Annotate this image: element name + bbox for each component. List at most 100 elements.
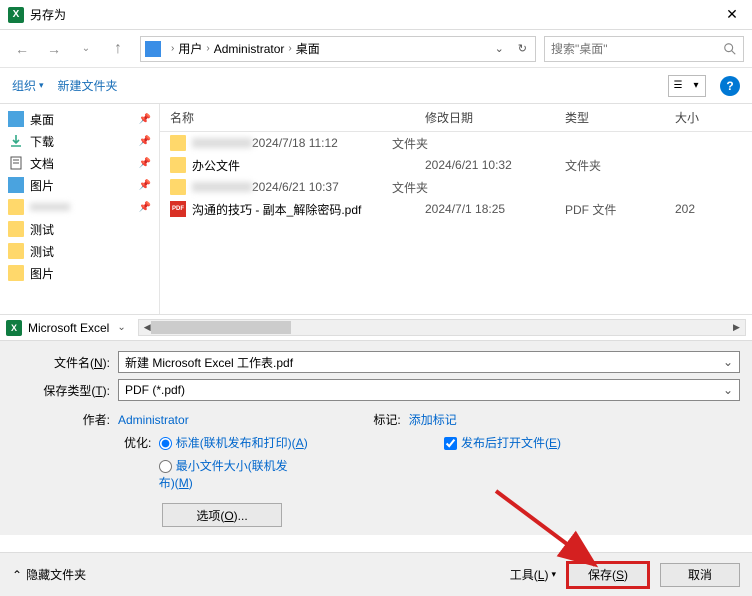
pin-icon: 📌 [139, 136, 151, 147]
file-date: 2024/6/21 10:32 [425, 158, 565, 172]
sidebar: 桌面📌 下载📌 文档📌 图片📌 📌 测试 测试 图片 [0, 104, 160, 314]
close-button[interactable]: ✕ [712, 0, 752, 30]
file-name: 沟通的技巧 - 副本_解除密码.pdf [192, 201, 425, 218]
nav-bar: ← → ⌄ ↑ › 用户 › Administrator › 桌面 ⌄ ↻ [0, 30, 752, 68]
tags-label: 标记: [369, 411, 409, 428]
file-name [192, 138, 252, 148]
back-button[interactable]: ← [8, 35, 36, 63]
folder-icon [8, 221, 24, 237]
breadcrumb-dropdown[interactable]: ⌄ [491, 42, 508, 55]
desktop-icon [8, 111, 24, 127]
sidebar-item-folder[interactable]: 📌 [0, 196, 159, 218]
folder-icon [8, 243, 24, 259]
file-size: 202 [675, 202, 695, 216]
dialog-footer: ⌃隐藏文件夹 工具(L)▾ 保存(S) 取消 [0, 552, 752, 596]
sidebar-item-folder[interactable]: 测试 [0, 240, 159, 262]
location-row: X Microsoft Excel ⌄ ◀ ▶ [0, 314, 752, 340]
window-title: 另存为 [30, 6, 712, 23]
author-value[interactable]: Administrator [118, 413, 189, 427]
view-list-icon[interactable]: ☰ [669, 76, 687, 96]
scrollbar-thumb[interactable] [151, 321, 291, 334]
search-box[interactable] [544, 36, 744, 62]
column-name[interactable]: 名称 [170, 109, 425, 126]
recent-dropdown[interactable]: ⌄ [72, 35, 100, 63]
organize-menu[interactable]: 组织▾ [12, 77, 44, 94]
save-form: 文件名(N): 新建 Microsoft Excel 工作表.pdf 保存类型(… [0, 340, 752, 535]
file-date: 2024/7/1 18:25 [425, 202, 565, 216]
sidebar-item-folder[interactable]: 图片 [0, 262, 159, 284]
folder-icon [8, 199, 24, 215]
new-folder-button[interactable]: 新建文件夹 [58, 77, 118, 94]
title-bar: X 另存为 ✕ [0, 0, 752, 30]
file-type: 文件夹 [565, 157, 675, 174]
chevron-right-icon: › [206, 43, 209, 54]
pin-icon: 📌 [139, 158, 151, 169]
search-icon [723, 42, 737, 56]
file-type: 文件夹 [392, 135, 502, 152]
file-list: 名称 修改日期 类型 大小 2024/7/18 11:12文件夹办公文件2024… [160, 104, 752, 314]
sidebar-item-pictures[interactable]: 图片📌 [0, 174, 159, 196]
sidebar-item-documents[interactable]: 文档📌 [0, 152, 159, 174]
pin-icon: 📌 [139, 202, 151, 213]
file-type: 文件夹 [392, 179, 502, 196]
optimize-standard-radio[interactable]: 标准(联机发布和打印)(A) [159, 434, 308, 451]
column-size[interactable]: 大小 [675, 109, 752, 126]
horizontal-scrollbar[interactable]: ◀ ▶ [138, 319, 746, 336]
breadcrumb-item[interactable]: 用户 [178, 40, 202, 57]
file-row[interactable]: 办公文件2024/6/21 10:32文件夹 [160, 154, 752, 176]
file-type: PDF 文件 [565, 201, 675, 218]
forward-button[interactable]: → [40, 35, 68, 63]
excel-icon: X [8, 7, 24, 23]
scroll-right-icon[interactable]: ▶ [728, 320, 745, 335]
hide-folders-toggle[interactable]: ⌃隐藏文件夹 [12, 566, 86, 583]
tags-value[interactable]: 添加标记 [409, 411, 457, 428]
filetype-select[interactable]: PDF (*.pdf) [118, 379, 740, 401]
pdf-icon: PDF [170, 201, 186, 217]
cancel-button[interactable]: 取消 [660, 563, 740, 587]
help-icon[interactable]: ? [720, 76, 740, 96]
open-after-checkbox[interactable]: 发布后打开文件(E) [444, 434, 561, 497]
optimize-minimum-radio[interactable]: 最小文件大小(联机发布)(M) [159, 457, 308, 491]
picture-icon [8, 177, 24, 193]
column-type[interactable]: 类型 [565, 109, 675, 126]
sidebar-item-downloads[interactable]: 下载📌 [0, 130, 159, 152]
folder-icon [8, 265, 24, 281]
file-date: 2024/6/21 10:37 [252, 180, 392, 194]
file-list-header: 名称 修改日期 类型 大小 [160, 104, 752, 132]
breadcrumb-item[interactable]: Administrator [214, 42, 285, 56]
file-row[interactable]: PDF 沟通的技巧 - 副本_解除密码.pdf2024/7/1 18:25PDF … [160, 198, 752, 220]
excel-location-label[interactable]: Microsoft Excel [28, 321, 109, 335]
document-icon [8, 155, 24, 171]
sidebar-item-folder[interactable]: 测试 [0, 218, 159, 240]
view-toggle[interactable]: ☰ ▾ [668, 75, 706, 97]
main-area: 桌面📌 下载📌 文档📌 图片📌 📌 测试 测试 图片 名称 修改日期 类型 大小… [0, 104, 752, 314]
filename-label: 文件名(N): [12, 354, 118, 371]
view-dropdown-icon[interactable]: ▾ [687, 76, 705, 96]
filetype-label: 保存类型(T): [12, 382, 118, 399]
chevron-right-icon: › [288, 43, 291, 54]
refresh-button[interactable]: ↻ [514, 42, 531, 55]
file-name: 办公文件 [192, 157, 425, 174]
column-date[interactable]: 修改日期 [425, 109, 565, 126]
download-icon [8, 133, 24, 149]
file-row[interactable]: 2024/7/18 11:12文件夹 [160, 132, 752, 154]
save-button[interactable]: 保存(S) [566, 561, 650, 589]
chevron-right-icon: › [171, 43, 174, 54]
file-row[interactable]: 2024/6/21 10:37文件夹 [160, 176, 752, 198]
excel-icon: X [6, 320, 22, 336]
filename-input[interactable]: 新建 Microsoft Excel 工作表.pdf [118, 351, 740, 373]
options-button[interactable]: 选项(O)... [162, 503, 282, 527]
breadcrumb-item[interactable]: 桌面 [296, 40, 320, 57]
folder-icon [170, 157, 186, 173]
sidebar-item-desktop[interactable]: 桌面📌 [0, 108, 159, 130]
up-button[interactable]: ↑ [104, 35, 132, 63]
tools-menu[interactable]: 工具(L)▾ [510, 566, 556, 583]
folder-icon [170, 135, 186, 151]
pin-icon: 📌 [139, 114, 151, 125]
search-input[interactable] [551, 42, 723, 56]
breadcrumb[interactable]: › 用户 › Administrator › 桌面 ⌄ ↻ [140, 36, 536, 62]
chevron-down-icon[interactable]: ⌄ [117, 322, 125, 333]
author-label: 作者: [12, 411, 118, 428]
optimize-label: 优化: [124, 434, 151, 451]
file-date: 2024/7/18 11:12 [252, 136, 392, 150]
